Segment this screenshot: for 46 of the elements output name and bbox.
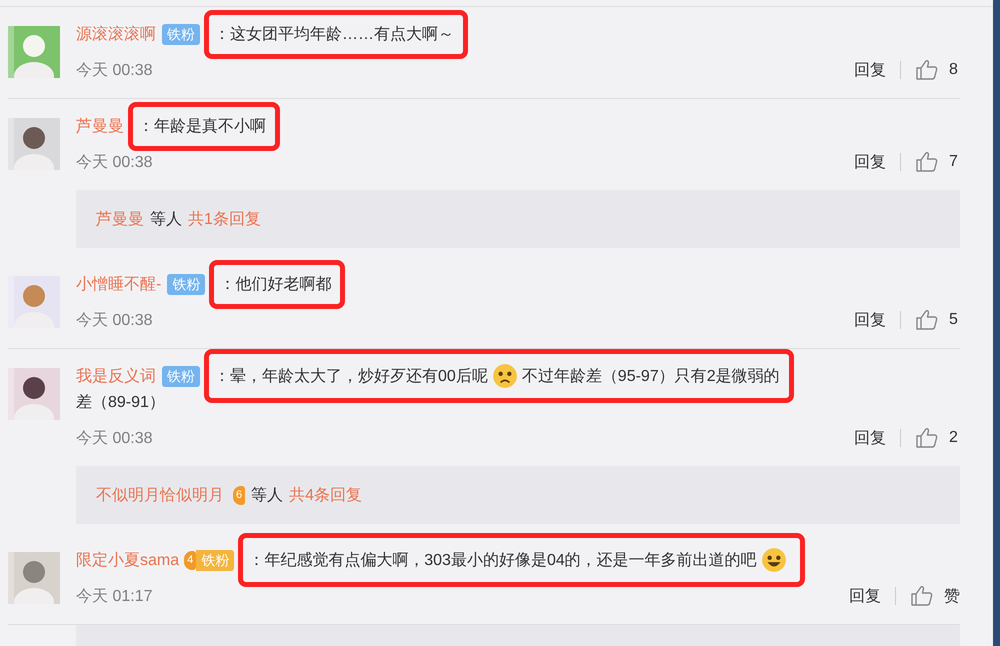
- user-name[interactable]: 芦曼曼: [96, 208, 144, 230]
- reply-link[interactable]: 回复: [854, 152, 886, 172]
- user-name[interactable]: 小憎睡不醒-: [76, 274, 162, 294]
- reply-link[interactable]: 回复: [849, 586, 881, 606]
- user-name[interactable]: 不似明月恰似明月: [96, 484, 224, 506]
- thumbs-up-icon[interactable]: [915, 308, 939, 332]
- user-name[interactable]: 源滚滚滚啊: [76, 24, 156, 44]
- others-label: 等人: [251, 486, 284, 506]
- like-count: 赞: [944, 586, 960, 606]
- fan-badge: 铁粉: [162, 24, 200, 44]
- timestamp: 今天 00:38: [76, 428, 152, 448]
- comment-text: 不过年龄差（95-97）只有2是微弱的: [522, 366, 780, 386]
- thumbs-up-icon[interactable]: [915, 58, 939, 82]
- comment-text: ：这女团平均年龄……有点大啊～: [214, 24, 454, 44]
- reply-link[interactable]: 回复: [854, 428, 886, 448]
- fan-badge: 铁粉: [196, 550, 234, 570]
- reply-count-link[interactable]: 共4条回复: [289, 484, 362, 506]
- like-count: 8: [949, 61, 959, 79]
- timestamp: 今天 00:38: [76, 310, 152, 330]
- timestamp: 今天 01:17: [76, 586, 152, 606]
- comment-text: ：年纪感觉有点偏大啊，303最小的好像是04的，还是一年多前出道的吧: [248, 550, 757, 570]
- others-label: 等人: [150, 210, 182, 230]
- thumbs-up-icon[interactable]: [915, 150, 939, 174]
- comment-text: ：晕，年龄太大了，炒好歹还有00后呢: [214, 366, 488, 386]
- crying-face-icon: [492, 363, 518, 389]
- reply-count-link[interactable]: 共1条回复: [188, 208, 261, 230]
- laughing-face-icon: [760, 547, 787, 573]
- user-name[interactable]: 限定小夏sama: [76, 550, 180, 570]
- comment-text: ：他们好老啊都: [219, 274, 332, 294]
- thumbs-up-icon[interactable]: [915, 426, 939, 450]
- thumbs-up-icon[interactable]: [910, 584, 934, 608]
- comment-text: 差（89-91）: [76, 392, 165, 412]
- timestamp: 今天 00:38: [76, 152, 152, 172]
- like-count: 2: [949, 429, 959, 447]
- comment-text: ：年龄是真不小啊: [138, 116, 266, 136]
- user-name[interactable]: 我是反义词: [76, 366, 156, 386]
- like-count: 7: [949, 153, 959, 171]
- crown-badge: 6: [233, 486, 246, 504]
- reply-link[interactable]: 回复: [854, 60, 886, 80]
- like-count: 5: [949, 311, 959, 329]
- reply-link[interactable]: 回复: [854, 310, 886, 330]
- fan-badge: 铁粉: [162, 366, 200, 386]
- crown-badge: 4: [184, 550, 196, 570]
- user-name[interactable]: 芦曼曼: [76, 116, 124, 136]
- fan-badge: 铁粉: [167, 274, 206, 294]
- timestamp: 今天 00:38: [76, 60, 152, 80]
